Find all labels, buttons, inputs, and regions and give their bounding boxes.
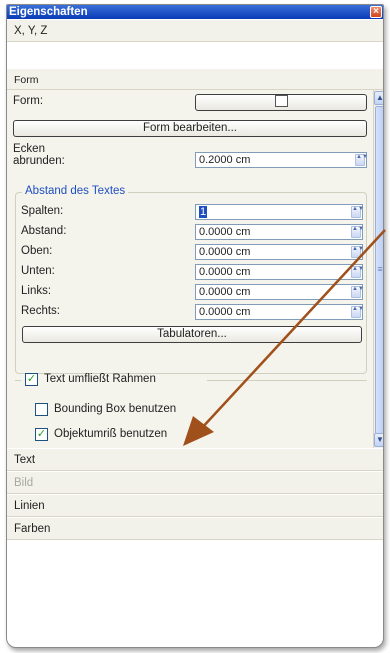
round-corners-spinner[interactable]: ▲▼ bbox=[355, 154, 368, 166]
field-label-bottom: Unten: bbox=[21, 265, 55, 277]
right-spinner[interactable]: ▲▼ bbox=[351, 306, 364, 318]
left-input[interactable]: 0.0000 cm ▲▼ bbox=[195, 284, 364, 300]
round-corners-input[interactable]: 0.2000 cm ▲▼ bbox=[195, 152, 368, 168]
columns-spinner[interactable]: ▲▼ bbox=[351, 206, 364, 218]
bottom-value: 0.0000 cm bbox=[199, 266, 251, 278]
form-panel: Form: Form bearbeiten... Ecken abrunden:… bbox=[7, 90, 373, 448]
object-outline-checkbox[interactable]: ✓ bbox=[35, 428, 48, 441]
section-text[interactable]: Text bbox=[7, 448, 383, 471]
section-bild: Bild bbox=[7, 471, 383, 494]
section-spacer bbox=[7, 42, 383, 68]
spacing-value: 0.0000 cm bbox=[199, 226, 251, 238]
scroll-down-icon[interactable]: ▼ bbox=[374, 433, 383, 447]
check-group-separator bbox=[207, 380, 367, 381]
field-label-right: Rechts: bbox=[21, 305, 60, 317]
section-farben[interactable]: Farben bbox=[7, 517, 383, 540]
section-farben-label: Farben bbox=[14, 523, 51, 535]
text-flow-label: Text umfließt Rahmen bbox=[44, 373, 156, 385]
field-label-spacing: Abstand: bbox=[21, 225, 67, 237]
scroll-thumb[interactable]: ≡ bbox=[375, 106, 383, 434]
text-distance-group: Abstand des Textes Spalten: 1 ▲▼ Abstand… bbox=[15, 185, 367, 374]
bottom-spinner[interactable]: ▲▼ bbox=[351, 266, 364, 278]
section-linien[interactable]: Linien bbox=[7, 494, 383, 517]
section-text-label: Text bbox=[14, 454, 36, 466]
check-group-separator-left bbox=[15, 380, 21, 381]
top-input[interactable]: 0.0000 cm ▲▼ bbox=[195, 244, 364, 260]
columns-input[interactable]: 1 ▲▼ bbox=[195, 204, 364, 220]
properties-window: Eigenschaften × X, Y, Z Form Form: Form … bbox=[6, 4, 384, 648]
form-label: Form: bbox=[13, 95, 44, 107]
left-value: 0.0000 cm bbox=[199, 286, 251, 298]
round-corners-label: Ecken abrunden: bbox=[13, 143, 65, 167]
top-value: 0.0000 cm bbox=[199, 246, 251, 258]
close-icon[interactable]: × bbox=[370, 6, 382, 18]
columns-value: 1 bbox=[199, 206, 208, 218]
field-label-top: Oben: bbox=[21, 245, 53, 257]
object-outline-label: Objektumriß benutzen bbox=[54, 428, 168, 440]
bottom-input[interactable]: 0.0000 cm ▲▼ bbox=[195, 264, 364, 280]
right-value: 0.0000 cm bbox=[199, 306, 251, 318]
left-spinner[interactable]: ▲▼ bbox=[351, 286, 364, 298]
spacing-input[interactable]: 0.0000 cm ▲▼ bbox=[195, 224, 364, 240]
section-xyz[interactable]: X, Y, Z bbox=[7, 19, 383, 42]
right-input[interactable]: 0.0000 cm ▲▼ bbox=[195, 304, 364, 320]
section-linien-label: Linien bbox=[14, 500, 45, 512]
scroll-up-icon[interactable]: ▲ bbox=[374, 91, 383, 105]
tabs-button[interactable]: Tabulatoren... bbox=[22, 326, 362, 343]
square-shape-icon bbox=[274, 95, 288, 108]
top-spinner[interactable]: ▲▼ bbox=[351, 246, 364, 258]
bounding-box-checkbox[interactable] bbox=[35, 403, 48, 416]
field-label-left: Links: bbox=[21, 285, 52, 297]
round-corners-label-line1: Ecken bbox=[13, 143, 45, 155]
bounding-box-label: Bounding Box benutzen bbox=[54, 403, 177, 415]
form-edit-button[interactable]: Form bearbeiten... bbox=[13, 120, 367, 137]
spacing-spinner[interactable]: ▲▼ bbox=[351, 226, 364, 238]
round-corners-label-line2: abrunden: bbox=[13, 155, 65, 167]
section-bild-label: Bild bbox=[14, 477, 34, 489]
section-xyz-label: X, Y, Z bbox=[14, 25, 48, 37]
window-title: Eigenschaften bbox=[9, 6, 88, 18]
form-shape-button[interactable] bbox=[195, 94, 367, 111]
field-label-columns: Spalten: bbox=[21, 205, 64, 217]
text-distance-group-title: Abstand des Textes bbox=[22, 185, 129, 197]
section-form-label: Form bbox=[14, 74, 39, 86]
window-titlebar[interactable]: Eigenschaften × bbox=[7, 5, 383, 19]
form-panel-scrollbar[interactable]: ▲ ≡ ▼ bbox=[373, 90, 383, 448]
section-form[interactable]: Form bbox=[7, 68, 383, 90]
text-flow-checkbox[interactable]: ✓ bbox=[25, 373, 38, 386]
scroll-grip-icon: ≡ bbox=[377, 264, 383, 274]
round-corners-value: 0.2000 cm bbox=[199, 154, 251, 166]
